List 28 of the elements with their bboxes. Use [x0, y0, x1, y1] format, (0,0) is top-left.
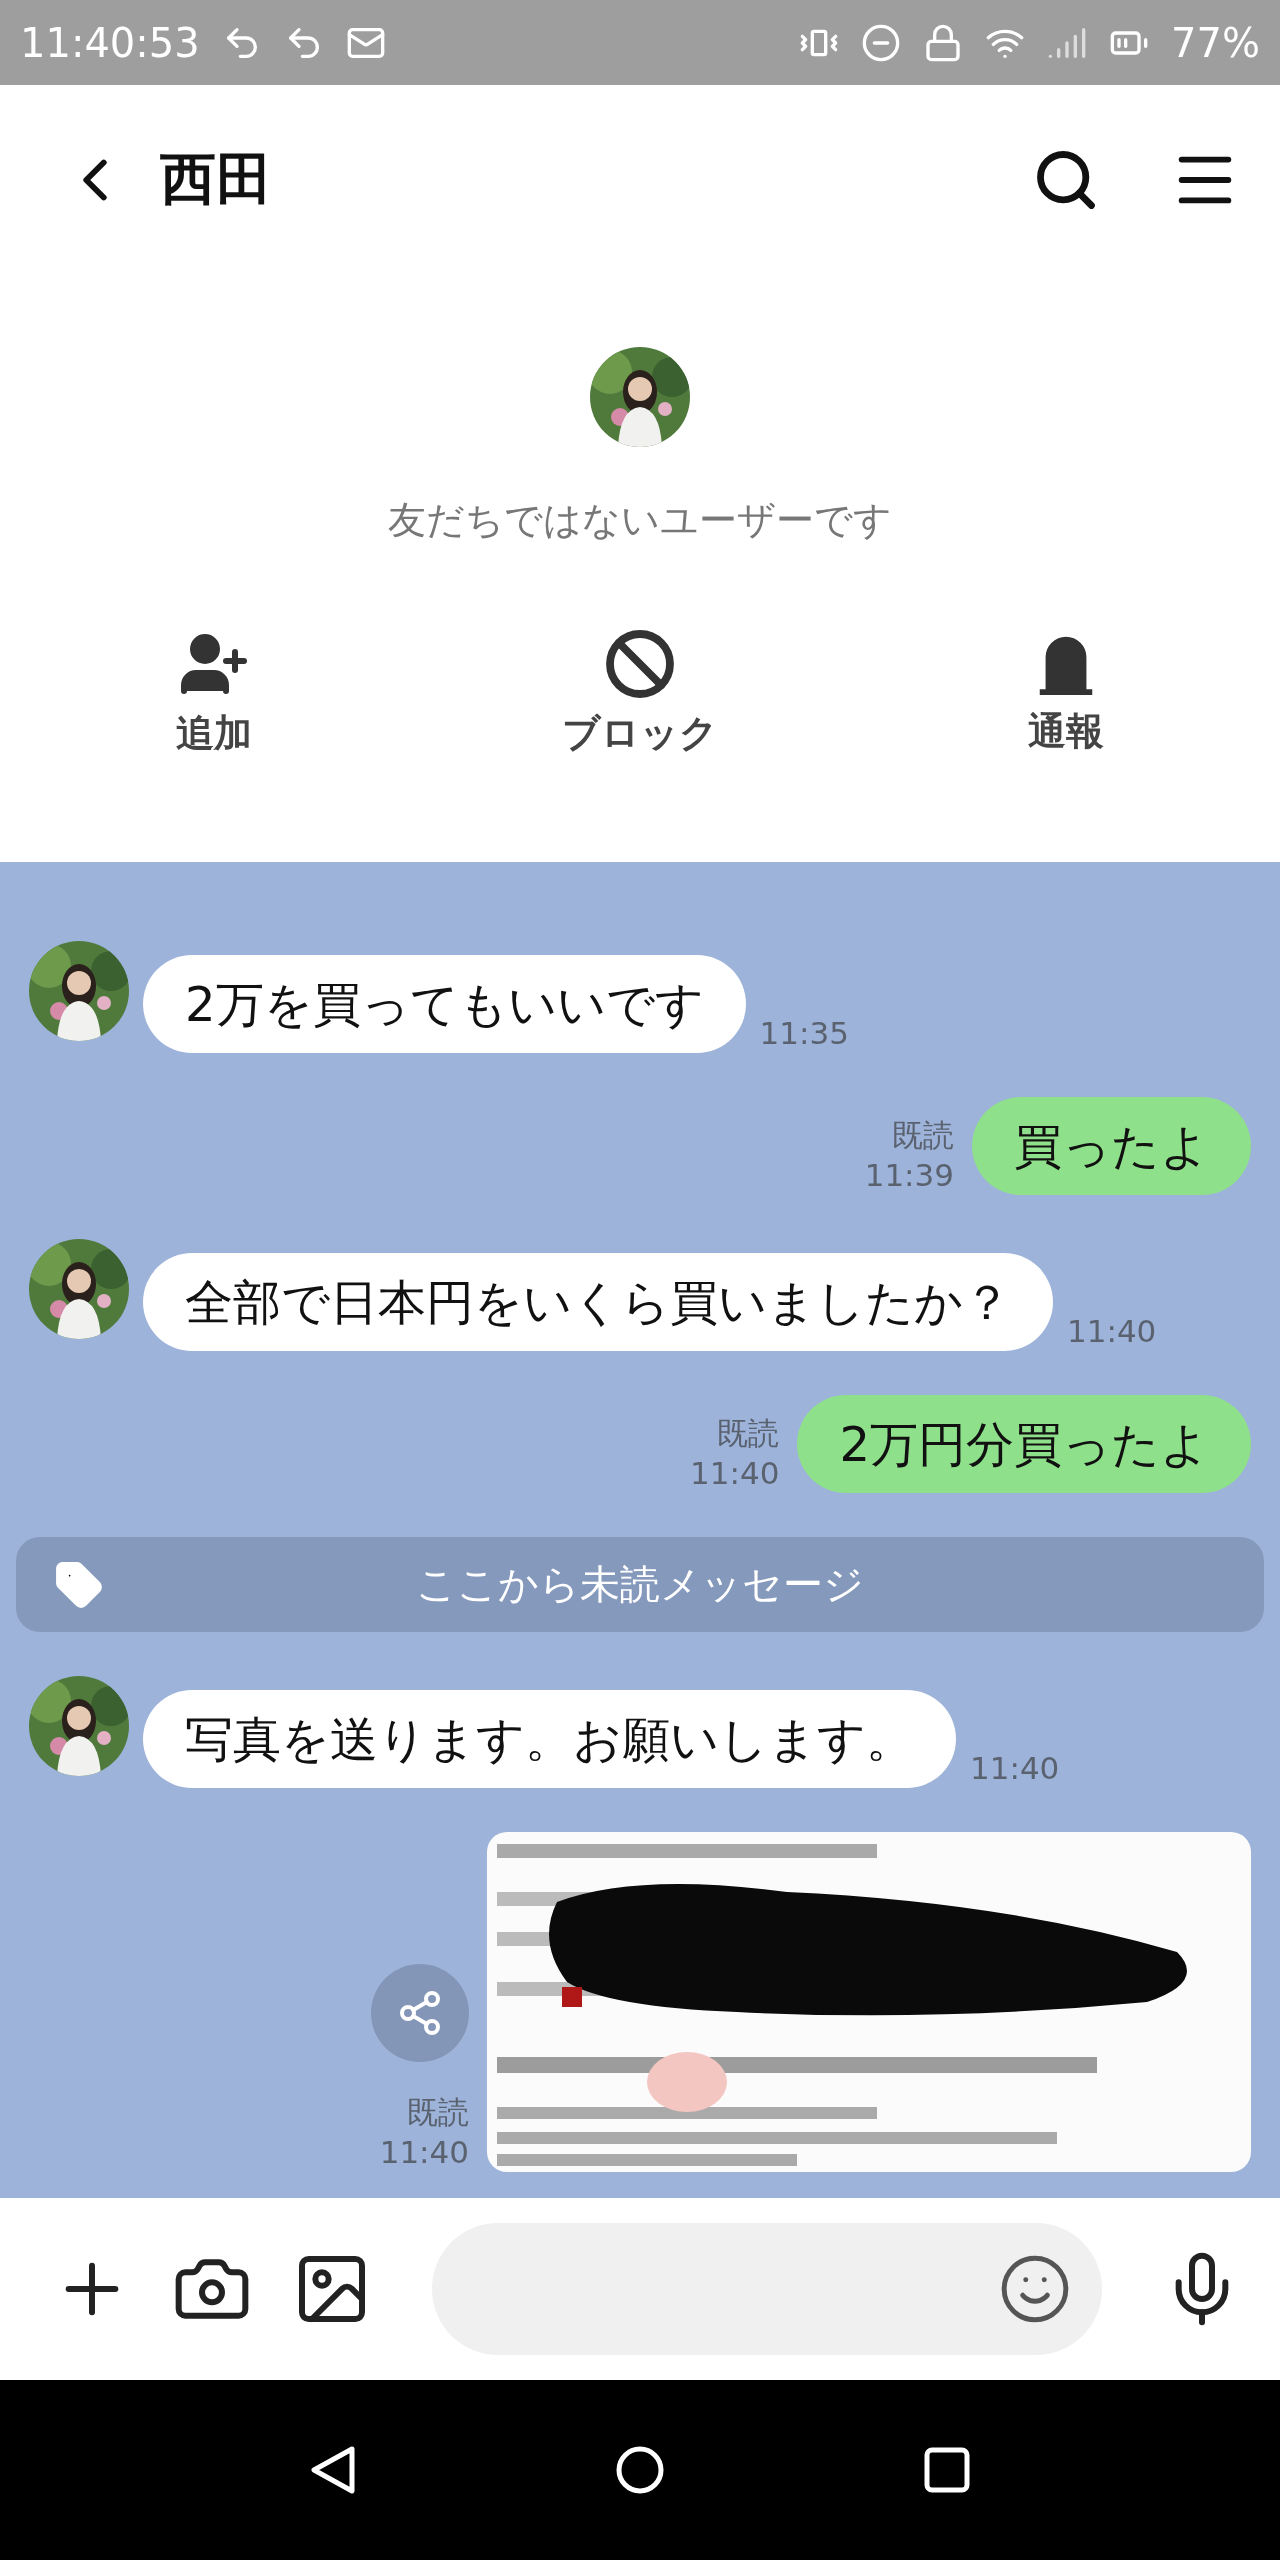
- message-bubble: 買ったよ: [972, 1097, 1251, 1195]
- timestamp: 11:40: [1067, 1312, 1157, 1351]
- block-icon: [604, 628, 676, 700]
- action-button[interactable]: 通報: [1028, 628, 1104, 759]
- action-button[interactable]: ブロック: [562, 628, 718, 759]
- read-status: 既読: [892, 1116, 954, 1155]
- message-bubble: 写真を送ります。お願いします。: [143, 1690, 956, 1788]
- recents-icon[interactable]: [924, 2447, 971, 2493]
- unread-label: ここから未読メッセージ: [415, 1560, 865, 1609]
- timestamp: 11:39: [864, 1156, 954, 1195]
- back-nav-icon[interactable]: [309, 2445, 356, 2495]
- chat-title: 西田: [160, 145, 273, 213]
- not-friend-notice: 友だちではないユーザーです: [388, 497, 892, 544]
- read-status: 既読: [717, 1414, 780, 1453]
- timestamp: 11:40: [690, 1454, 780, 1493]
- message-bubble: 全部で日本円をいくら買いましたか？: [143, 1253, 1053, 1351]
- home-icon[interactable]: [615, 2445, 665, 2495]
- read-status: 既読: [407, 2093, 469, 2132]
- timestamp: 11:40: [970, 1749, 1060, 1788]
- action-button[interactable]: 追加: [176, 628, 252, 759]
- tag-icon: [54, 1559, 104, 1610]
- message-bubble: 2万を買ってもいいです: [143, 955, 746, 1053]
- timestamp: 11:35: [759, 1014, 849, 1053]
- do-not-disturb-icon: [861, 22, 902, 63]
- message-bubble: 2万円分買ったよ: [797, 1395, 1251, 1493]
- timestamp: 11:40: [379, 2133, 469, 2172]
- battery-level: 77%: [1171, 19, 1260, 66]
- status-time: 11:40:53: [20, 19, 200, 66]
